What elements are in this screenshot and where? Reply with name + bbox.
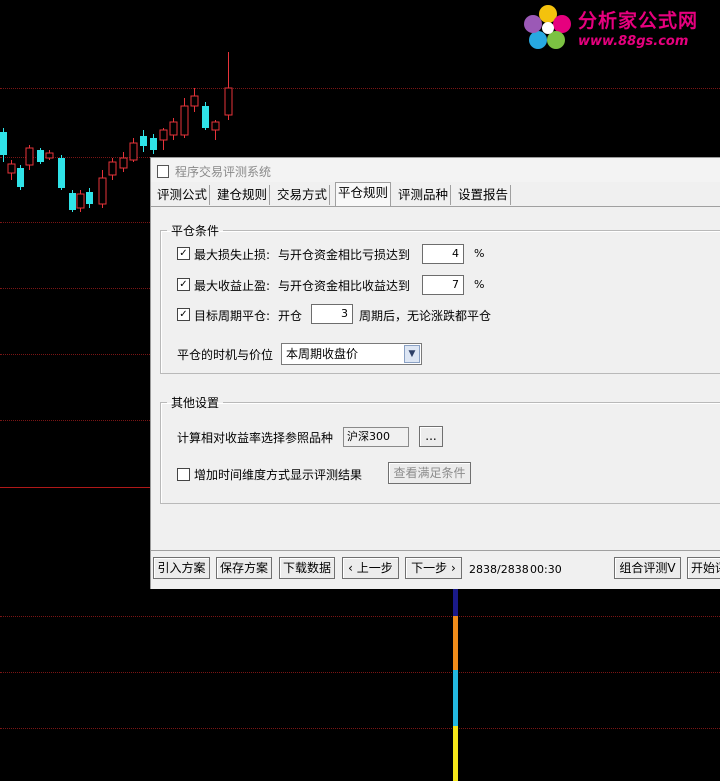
next-step-label: 下一步 xyxy=(411,561,448,575)
download-data-button[interactable]: 下载数据 xyxy=(279,557,335,579)
tab-divider xyxy=(151,206,720,207)
chevron-left-icon: ‹ xyxy=(348,561,357,575)
watermark-title: 分析家公式网 xyxy=(578,10,699,32)
footer-divider xyxy=(151,550,720,551)
candle-body xyxy=(45,152,54,159)
prev-step-button[interactable]: ‹ 上一步 xyxy=(342,557,399,579)
grid-line xyxy=(0,728,720,729)
tab-report[interactable]: 设置报告 xyxy=(456,185,512,205)
tab-open-rules[interactable]: 建仓规则 xyxy=(215,185,271,205)
period-close-suffix: 周期后，无论涨跌都平仓 xyxy=(359,309,492,323)
price-line xyxy=(0,487,150,488)
stop-loss-input[interactable]: 4 xyxy=(422,244,464,264)
close-timing-value: 本周期收盘价 xyxy=(286,347,359,361)
stop-loss-checkbox[interactable]: ✓ xyxy=(177,247,190,260)
candle-body xyxy=(159,129,168,141)
candle-body xyxy=(86,192,93,204)
candle-body xyxy=(7,163,16,174)
tab-formula[interactable]: 评测公式 xyxy=(155,185,211,205)
candle-body xyxy=(0,132,7,155)
dialog-titlebar[interactable]: 程序交易评测系统 xyxy=(151,158,720,182)
stop-loss-label: 最大损失止损: xyxy=(194,248,271,262)
volume-bar xyxy=(453,616,458,670)
close-timing-select[interactable]: 本周期收盘价 ▼ xyxy=(281,343,422,365)
browse-reference-button[interactable]: ... xyxy=(419,426,443,447)
reference-input[interactable]: 沪深300 xyxy=(343,427,409,447)
watermark-url: www.88gs.com xyxy=(578,34,689,49)
candle-body xyxy=(17,168,24,187)
stop-loss-desc: 与开仓资金相比亏损达到 xyxy=(278,248,411,262)
candle-body xyxy=(119,157,128,169)
candle-body xyxy=(76,193,85,209)
window-icon xyxy=(157,165,169,178)
candle-body xyxy=(190,95,199,107)
candle-body xyxy=(150,138,157,150)
period-close-input[interactable]: 3 xyxy=(311,304,353,324)
take-profit-desc: 与开仓资金相比收益达到 xyxy=(278,279,411,293)
grid-line xyxy=(0,672,720,673)
elapsed-time: 00:30 xyxy=(530,563,562,576)
next-step-button[interactable]: 下一步 › xyxy=(405,557,462,579)
volume-bar xyxy=(453,588,458,616)
volume-bar xyxy=(453,670,458,726)
close-conditions-legend: 平仓条件 xyxy=(171,224,220,238)
view-conditions-button[interactable]: 查看满足条件 xyxy=(388,462,471,484)
period-close-prefix: 开仓 xyxy=(278,309,303,323)
period-close-label: 目标周期平仓: xyxy=(194,309,271,323)
candle-body xyxy=(108,161,117,176)
candle-body xyxy=(69,193,76,210)
other-settings-group: 其他设置 xyxy=(160,394,720,504)
chevron-right-icon: › xyxy=(447,561,456,575)
take-profit-label: 最大收益止盈: xyxy=(194,279,271,293)
save-plan-button[interactable]: 保存方案 xyxy=(216,557,272,579)
evaluation-dialog: 程序交易评测系统 评测公式 建仓规则 交易方式 平仓规则 评测品种 设置报告 平… xyxy=(150,157,720,589)
period-close-checkbox[interactable]: ✓ xyxy=(177,308,190,321)
progress-count: 2838/2838 xyxy=(469,563,529,576)
tab-close-rules[interactable]: 平仓规则 xyxy=(335,182,392,206)
candle-body xyxy=(140,136,147,146)
take-profit-checkbox[interactable]: ✓ xyxy=(177,278,190,291)
take-profit-unit: % xyxy=(474,278,485,291)
start-evaluate-button[interactable]: 开始评 xyxy=(687,557,720,579)
take-profit-input[interactable]: 7 xyxy=(422,275,464,295)
watermark-logo: 分析家公式网 www.88gs.com xyxy=(520,0,720,52)
prev-step-label: 上一步 xyxy=(356,561,393,575)
chevron-down-icon[interactable]: ▼ xyxy=(404,345,420,363)
tab-trade-mode[interactable]: 交易方式 xyxy=(275,185,331,205)
candle-body xyxy=(37,150,44,162)
candle-body xyxy=(202,106,209,128)
candle-body xyxy=(169,121,178,136)
tab-instruments[interactable]: 评测品种 xyxy=(396,185,452,205)
candle-body xyxy=(129,142,138,161)
close-timing-label: 平仓的时机与价位 xyxy=(177,348,274,362)
candle-body xyxy=(98,177,107,205)
import-plan-button[interactable]: 引入方案 xyxy=(153,557,210,579)
time-dimension-label: 增加时间维度方式显示评测结果 xyxy=(194,468,363,482)
candle-body xyxy=(224,87,233,116)
dialog-title: 程序交易评测系统 xyxy=(175,165,272,179)
volume-bar xyxy=(453,726,458,781)
candle-body xyxy=(211,121,220,131)
other-settings-legend: 其他设置 xyxy=(171,396,220,410)
reference-label: 计算相对收益率选择参照品种 xyxy=(177,431,334,445)
grid-line xyxy=(0,616,720,617)
candle-body xyxy=(25,147,34,166)
candle-body xyxy=(180,105,189,136)
combo-evaluate-button[interactable]: 组合评测V xyxy=(614,557,681,579)
stop-loss-unit: % xyxy=(474,247,485,260)
candle-body xyxy=(58,158,65,188)
flower-logo-icon xyxy=(524,5,571,49)
time-dimension-checkbox[interactable] xyxy=(177,468,190,481)
